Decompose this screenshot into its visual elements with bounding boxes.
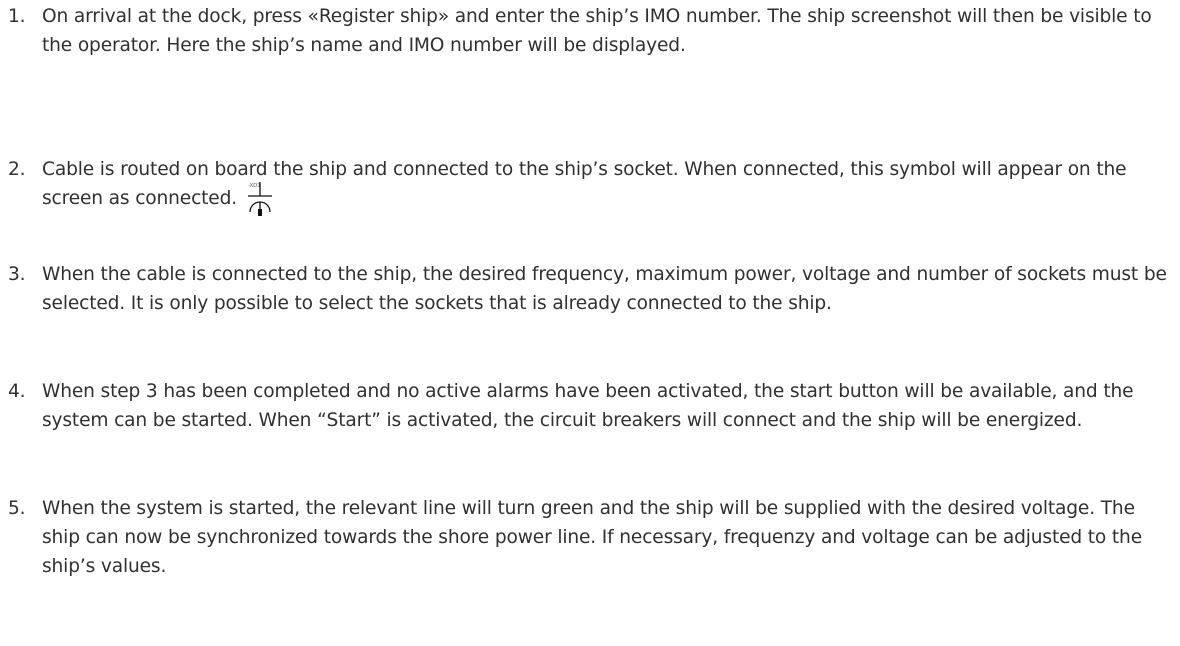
socket-connected-icon: -XD1: [247, 181, 273, 221]
list-item: 3. When the cable is connected to the sh…: [8, 260, 1173, 318]
list-item: 2. Cable is routed on board the ship and…: [8, 155, 1173, 221]
step-text: When the system is started, the relevant…: [42, 498, 1142, 577]
step-text: When step 3 has been completed and no ac…: [42, 381, 1134, 431]
step-text-wrapper: Cable is routed on board the ship and co…: [42, 155, 1173, 221]
list-item: 1. On arrival at the dock, press «Regist…: [8, 2, 1173, 60]
step-text: When the cable is connected to the ship,…: [42, 264, 1167, 314]
step-number: 2.: [8, 159, 26, 180]
step-text: Cable is routed on board the ship and co…: [42, 159, 1127, 209]
socket-label: -XD1: [248, 183, 261, 189]
step-number: 5.: [8, 498, 26, 519]
step-number: 1.: [8, 6, 26, 27]
step-text: On arrival at the dock, press «Register …: [42, 6, 1152, 56]
step-number: 3.: [8, 264, 26, 285]
step-number: 4.: [8, 381, 26, 402]
list-item: 4. When step 3 has been completed and no…: [8, 377, 1173, 435]
instruction-list: 1. On arrival at the dock, press «Regist…: [0, 0, 1180, 646]
list-item: 5. When the system is started, the relev…: [8, 494, 1173, 581]
